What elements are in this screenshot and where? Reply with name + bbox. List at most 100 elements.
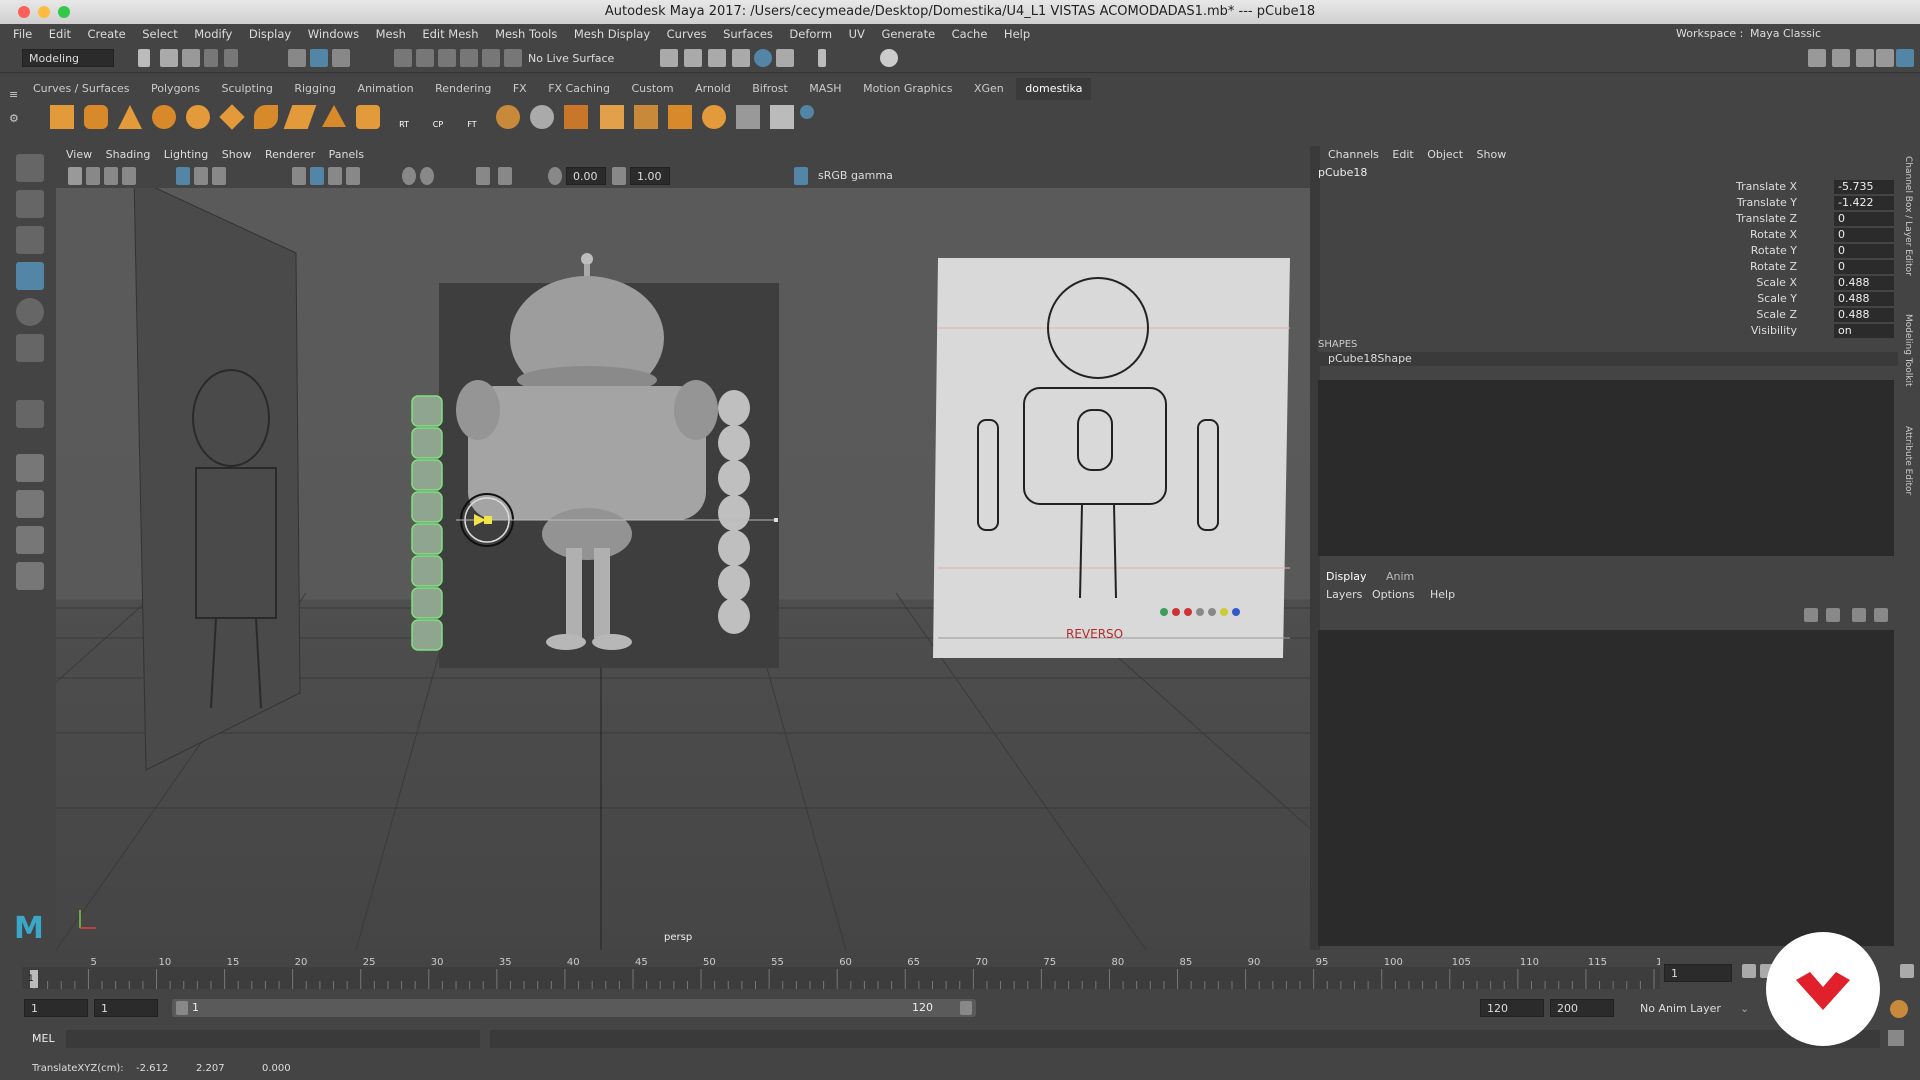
attribute-editor-icon[interactable]: [1856, 49, 1874, 67]
select-object-icon[interactable]: [310, 49, 328, 67]
new-scene-icon[interactable]: [138, 49, 150, 67]
shelf-tab-xgen[interactable]: XGen: [965, 78, 1013, 100]
smooth-shade-icon[interactable]: [310, 167, 324, 185]
range-start-handle[interactable]: [176, 1001, 188, 1015]
attr-value[interactable]: 0.488: [1834, 308, 1894, 322]
four-view-layout-icon[interactable]: [16, 490, 44, 518]
insert-edgeloop-icon[interactable]: [668, 105, 692, 129]
shelf-tab-fx[interactable]: FX: [504, 78, 536, 100]
shelf-menu-icon[interactable]: ≡: [9, 88, 18, 101]
move-layer-up-icon[interactable]: [1804, 608, 1818, 622]
rotate-tool-icon[interactable]: [16, 298, 44, 326]
select-hierarchy-icon[interactable]: [288, 49, 306, 67]
viewport-menu-renderer[interactable]: Renderer: [265, 146, 315, 164]
layer-menu-options[interactable]: Options: [1372, 588, 1414, 601]
select-tool-icon[interactable]: [16, 154, 44, 182]
attr-value[interactable]: -1.422: [1834, 196, 1894, 210]
film-gate-icon[interactable]: [194, 167, 208, 185]
shelf-tab-motion-graphics[interactable]: Motion Graphics: [854, 78, 961, 100]
single-view-layout-icon[interactable]: [16, 454, 44, 482]
textured-icon[interactable]: [328, 167, 342, 185]
hypershade-icon[interactable]: [754, 49, 772, 67]
shadows-icon[interactable]: [402, 167, 416, 185]
range-slider[interactable]: 1 120: [172, 999, 976, 1017]
poly-pyramid-icon[interactable]: [322, 105, 346, 127]
color-management-icon[interactable]: [794, 167, 808, 185]
menu-modify[interactable]: Modify: [194, 24, 232, 44]
layer-menu-help[interactable]: Help: [1430, 588, 1455, 601]
grid-icon[interactable]: [736, 105, 760, 129]
attr-rotate-z[interactable]: Rotate Z 0: [1630, 260, 1894, 275]
camera-select-icon[interactable]: [68, 167, 82, 185]
shelf-tab-bifrost[interactable]: Bifrost: [743, 78, 797, 100]
poly-pipe-icon[interactable]: [356, 105, 380, 129]
shelf-tab-mash[interactable]: MASH: [800, 78, 850, 100]
script-editor-icon[interactable]: [1888, 1030, 1904, 1046]
bookmark-icon[interactable]: [104, 167, 118, 185]
attr-value[interactable]: 0: [1834, 260, 1894, 274]
playback-start-field[interactable]: 1: [94, 999, 158, 1017]
anim-layer-dropdown[interactable]: No Anim Layer: [1640, 1002, 1721, 1015]
outliner-layout-icon[interactable]: [16, 562, 44, 590]
extrude-icon[interactable]: [564, 105, 588, 129]
menu-display[interactable]: Display: [249, 24, 291, 44]
attr-value[interactable]: 0.488: [1834, 276, 1894, 290]
menuset-dropdown[interactable]: Modeling: [22, 49, 114, 67]
attr-translate-x[interactable]: Translate X -5.735: [1630, 180, 1894, 195]
time-ruler[interactable]: 5 10 15 20 25 30 35 40 45 50 55 60 65 70 75 80 85 90 95 100…: [22, 955, 1660, 989]
playback-end-field[interactable]: 120: [1480, 999, 1544, 1017]
grid-toggle-icon[interactable]: [176, 167, 190, 185]
new-layer-icon[interactable]: [1852, 608, 1866, 622]
poly-helix-icon[interactable]: [254, 105, 278, 129]
command-input[interactable]: [66, 1030, 480, 1048]
scene-end-field[interactable]: 200: [1550, 999, 1614, 1017]
render-settings-icon[interactable]: [732, 49, 750, 67]
attr-visibility[interactable]: Visibility on: [1630, 324, 1894, 339]
attr-value[interactable]: 0: [1834, 212, 1894, 226]
character-controls-icon[interactable]: [1832, 49, 1850, 67]
lights-icon[interactable]: [346, 167, 360, 185]
snap-point-icon[interactable]: [438, 49, 456, 67]
attr-scale-y[interactable]: Scale Y 0.488: [1630, 292, 1894, 307]
poly-cylinder-icon[interactable]: [84, 105, 108, 129]
menu-mesh[interactable]: Mesh: [376, 24, 406, 44]
exposure-field[interactable]: 0.00: [566, 167, 606, 185]
menu-mesh-display[interactable]: Mesh Display: [574, 24, 650, 44]
xray-icon[interactable]: [498, 167, 512, 185]
snap-curve-icon[interactable]: [416, 49, 434, 67]
attr-value[interactable]: 0.488: [1834, 292, 1894, 306]
ipr-render-icon[interactable]: [708, 49, 726, 67]
move-layer-down-icon[interactable]: [1826, 608, 1840, 622]
user-dropdown[interactable]: [900, 49, 984, 67]
viewport-persp[interactable]: REVERSO persp: [56, 188, 1310, 950]
attr-translate-z[interactable]: Translate Z 0: [1630, 212, 1894, 227]
pause-icon[interactable]: [818, 49, 826, 67]
side-tab-attribute-editor[interactable]: Attribute Editor: [1903, 426, 1913, 495]
viewport-menu-view[interactable]: View: [66, 146, 92, 164]
snap-view-icon[interactable]: [482, 49, 500, 67]
wireframe-icon[interactable]: [292, 167, 306, 185]
poly-plane-icon[interactable]: [283, 105, 317, 129]
menu-cache[interactable]: Cache: [952, 24, 988, 44]
lasso-tool-icon[interactable]: [16, 190, 44, 218]
menu-surfaces[interactable]: Surfaces: [723, 24, 773, 44]
snap-projected-icon[interactable]: [460, 49, 478, 67]
camera-attributes-icon[interactable]: [86, 167, 100, 185]
go-to-start-icon[interactable]: [1742, 964, 1756, 978]
menu-deform[interactable]: Deform: [789, 24, 832, 44]
snap-grid-icon[interactable]: [394, 49, 412, 67]
pencil-icon[interactable]: [770, 105, 794, 129]
select-component-icon[interactable]: [332, 49, 350, 67]
front-drawing-plane[interactable]: REVERSO: [933, 258, 1290, 658]
selected-arm-pcube18[interactable]: [411, 395, 443, 651]
render-sequence-icon[interactable]: [684, 49, 702, 67]
viewport-menu-panels[interactable]: Panels: [329, 146, 364, 164]
scale-tool-icon[interactable]: [16, 334, 44, 362]
command-language[interactable]: MEL: [32, 1032, 55, 1045]
shelf-tab-fx-caching[interactable]: FX Caching: [539, 78, 619, 100]
colorspace-dropdown[interactable]: sRGB gamma: [812, 167, 942, 185]
new-layer-selected-icon[interactable]: [1874, 608, 1888, 622]
menu-curves[interactable]: Curves: [667, 24, 707, 44]
go-to-end-icon[interactable]: [1900, 964, 1914, 978]
menu-uv[interactable]: UV: [849, 24, 865, 44]
